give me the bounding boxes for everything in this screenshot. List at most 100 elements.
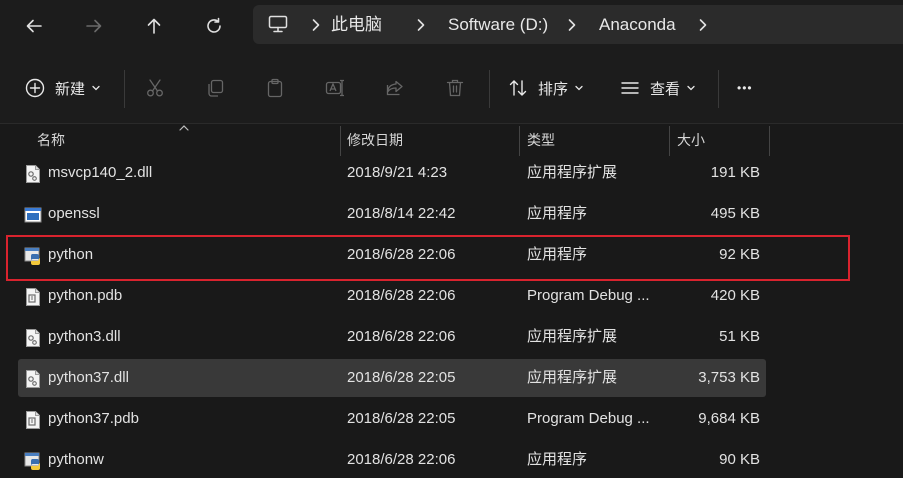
view-button-label: 查看 bbox=[650, 80, 681, 98]
breadcrumb-drive[interactable]: Software (D:) bbox=[448, 5, 548, 44]
file-type: 应用程序扩展 bbox=[527, 369, 618, 386]
sort-arrows-icon bbox=[509, 80, 527, 96]
column-header-name[interactable]: 名称 bbox=[37, 124, 65, 156]
file-size: 495 KB bbox=[710, 205, 760, 222]
plus-circle-icon bbox=[25, 78, 45, 98]
file-name: python bbox=[48, 246, 94, 263]
pdb-file-icon bbox=[26, 411, 40, 429]
breadcrumb-this-pc[interactable]: 此电脑 bbox=[331, 5, 382, 44]
share-button[interactable] bbox=[385, 74, 405, 102]
file-type: 应用程序扩展 bbox=[527, 164, 618, 181]
navigation-bar: 此电脑 Software (D:) Anaconda bbox=[0, 0, 903, 52]
file-size: 191 KB bbox=[710, 164, 760, 181]
file-name: python3.dll bbox=[48, 328, 121, 345]
file-size: 420 KB bbox=[710, 287, 760, 304]
copy-icon bbox=[208, 79, 224, 97]
toolbar-divider bbox=[718, 70, 719, 108]
column-header-size[interactable]: 大小 bbox=[677, 124, 705, 156]
arrow-right-icon bbox=[86, 19, 102, 33]
breadcrumb-separator[interactable] bbox=[698, 5, 708, 44]
chevron-right-icon bbox=[568, 18, 576, 31]
file-size: 51 KB bbox=[719, 328, 760, 345]
chevron-down-icon bbox=[92, 85, 100, 91]
file-row-selected[interactable]: python37.dll 2018/6/28 22:05 应用程序扩展 3,75… bbox=[18, 359, 766, 397]
file-name: python.pdb bbox=[48, 287, 123, 304]
file-type: Program Debug ... bbox=[527, 410, 650, 427]
more-options-button[interactable]: ••• bbox=[737, 74, 753, 102]
file-name: python37.dll bbox=[48, 369, 129, 386]
delete-button[interactable] bbox=[445, 74, 465, 102]
computer-icon bbox=[268, 15, 288, 33]
sort-button[interactable]: 排序 bbox=[508, 74, 584, 102]
file-row[interactable]: python 2018/6/28 22:06 应用程序 92 KB bbox=[18, 236, 766, 274]
rename-button[interactable] bbox=[325, 74, 345, 102]
breadcrumb-folder[interactable]: Anaconda bbox=[599, 5, 676, 44]
file-type: Program Debug ... bbox=[527, 287, 650, 304]
pdb-file-icon bbox=[26, 288, 40, 306]
file-name: python37.pdb bbox=[48, 410, 139, 427]
dll-gear-icon bbox=[26, 165, 40, 183]
trash-icon bbox=[446, 79, 464, 97]
dll-gear-icon bbox=[26, 329, 40, 347]
chevron-right-icon bbox=[699, 18, 707, 31]
breadcrumb-separator[interactable] bbox=[416, 5, 426, 44]
forward-button[interactable] bbox=[76, 8, 112, 44]
column-header-row: 名称 修改日期 类型 大小 bbox=[0, 124, 903, 156]
python-exe-icon bbox=[24, 452, 40, 470]
file-size: 90 KB bbox=[719, 451, 760, 468]
file-size: 3,753 KB bbox=[698, 369, 760, 386]
file-name: msvcp140_2.dll bbox=[48, 164, 153, 181]
clipboard-icon bbox=[267, 78, 283, 98]
sort-button-label: 排序 bbox=[538, 80, 569, 98]
toolbar-divider bbox=[489, 70, 490, 108]
file-row[interactable]: openssl 2018/8/14 22:42 应用程序 495 KB bbox=[18, 195, 766, 233]
arrow-left-icon bbox=[26, 19, 42, 33]
python-exe-icon bbox=[24, 247, 40, 265]
refresh-button[interactable] bbox=[196, 8, 232, 44]
column-header-type[interactable]: 类型 bbox=[527, 124, 555, 156]
file-date: 2018/6/28 22:05 bbox=[347, 410, 456, 427]
back-button[interactable] bbox=[16, 8, 52, 44]
file-date: 2018/9/21 4:23 bbox=[347, 164, 448, 181]
dll-gear-icon bbox=[26, 370, 40, 388]
chevron-right-icon bbox=[417, 18, 425, 31]
breadcrumb-separator[interactable] bbox=[567, 5, 577, 44]
column-divider[interactable] bbox=[519, 126, 520, 156]
share-icon bbox=[386, 80, 403, 96]
chevron-right-icon bbox=[312, 18, 320, 31]
file-type: 应用程序 bbox=[527, 451, 588, 468]
file-row[interactable]: python.pdb 2018/6/28 22:06 Program Debug… bbox=[18, 277, 766, 315]
file-row[interactable]: python37.pdb 2018/6/28 22:05 Program Deb… bbox=[18, 400, 766, 438]
file-type: 应用程序 bbox=[527, 205, 588, 222]
column-divider[interactable] bbox=[769, 126, 770, 156]
arrow-up-icon bbox=[147, 18, 161, 34]
exe-window-icon bbox=[24, 207, 42, 223]
chevron-down-icon bbox=[687, 85, 695, 91]
up-button[interactable] bbox=[136, 8, 172, 44]
breadcrumb-separator[interactable] bbox=[311, 5, 321, 44]
toolbar-divider bbox=[124, 70, 125, 108]
view-button[interactable]: 查看 bbox=[620, 74, 696, 102]
file-row[interactable]: msvcp140_2.dll 2018/9/21 4:23 应用程序扩展 191… bbox=[18, 154, 766, 192]
sort-ascending-icon bbox=[179, 125, 189, 131]
file-row[interactable]: python3.dll 2018/6/28 22:06 应用程序扩展 51 KB bbox=[18, 318, 766, 356]
file-size: 92 KB bbox=[719, 246, 760, 263]
file-date: 2018/6/28 22:06 bbox=[347, 246, 456, 263]
new-button[interactable]: 新建 bbox=[25, 74, 101, 102]
file-size: 9,684 KB bbox=[698, 410, 760, 427]
address-bar[interactable]: 此电脑 Software (D:) Anaconda bbox=[253, 5, 903, 44]
column-header-date[interactable]: 修改日期 bbox=[347, 124, 403, 156]
column-divider[interactable] bbox=[669, 126, 670, 156]
file-type: 应用程序 bbox=[527, 246, 588, 263]
copy-button[interactable] bbox=[205, 74, 225, 102]
paste-button[interactable] bbox=[265, 74, 285, 102]
file-date: 2018/6/28 22:06 bbox=[347, 287, 456, 304]
new-button-label: 新建 bbox=[55, 80, 86, 98]
cut-button[interactable] bbox=[145, 74, 165, 102]
file-date: 2018/6/28 22:06 bbox=[347, 451, 456, 468]
file-name: openssl bbox=[48, 205, 100, 222]
file-row[interactable]: pythonw 2018/6/28 22:06 应用程序 90 KB bbox=[18, 441, 766, 478]
scissors-icon bbox=[147, 79, 163, 97]
file-date: 2018/6/28 22:06 bbox=[347, 328, 456, 345]
column-divider[interactable] bbox=[340, 126, 341, 156]
